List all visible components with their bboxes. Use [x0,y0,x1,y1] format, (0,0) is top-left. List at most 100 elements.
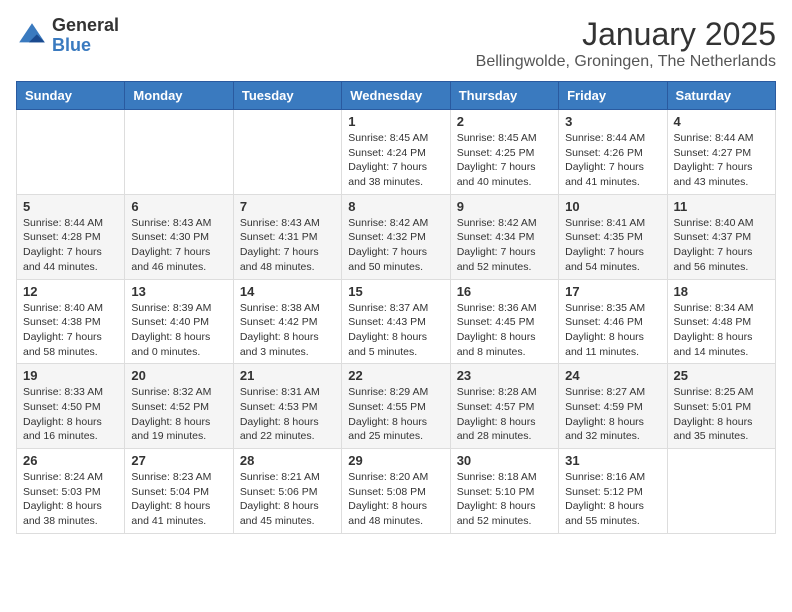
day-number: 4 [674,114,769,129]
weekday-header: Wednesday [342,82,450,110]
weekday-header: Tuesday [233,82,341,110]
calendar-cell [667,449,775,534]
logo-icon [16,20,48,52]
day-info: Sunrise: 8:20 AM Sunset: 5:08 PM Dayligh… [348,470,443,529]
day-info: Sunrise: 8:41 AM Sunset: 4:35 PM Dayligh… [565,216,660,275]
day-number: 24 [565,368,660,383]
day-number: 7 [240,199,335,214]
day-info: Sunrise: 8:32 AM Sunset: 4:52 PM Dayligh… [131,385,226,444]
day-info: Sunrise: 8:25 AM Sunset: 5:01 PM Dayligh… [674,385,769,444]
day-number: 10 [565,199,660,214]
day-info: Sunrise: 8:39 AM Sunset: 4:40 PM Dayligh… [131,301,226,360]
day-info: Sunrise: 8:40 AM Sunset: 4:38 PM Dayligh… [23,301,118,360]
day-number: 29 [348,453,443,468]
day-info: Sunrise: 8:44 AM Sunset: 4:27 PM Dayligh… [674,131,769,190]
weekday-header: Saturday [667,82,775,110]
calendar-cell: 4 Sunrise: 8:44 AM Sunset: 4:27 PM Daylig… [667,110,775,195]
day-info: Sunrise: 8:23 AM Sunset: 5:04 PM Dayligh… [131,470,226,529]
day-info: Sunrise: 8:35 AM Sunset: 4:46 PM Dayligh… [565,301,660,360]
day-info: Sunrise: 8:28 AM Sunset: 4:57 PM Dayligh… [457,385,552,444]
day-info: Sunrise: 8:42 AM Sunset: 4:32 PM Dayligh… [348,216,443,275]
day-number: 21 [240,368,335,383]
day-number: 26 [23,453,118,468]
day-number: 14 [240,284,335,299]
logo-text: General Blue [52,16,119,56]
calendar-cell: 27Sunrise: 8:23 AM Sunset: 5:04 PM Dayli… [125,449,233,534]
day-number: 31 [565,453,660,468]
calendar-cell: 13 Sunrise: 8:39 AM Sunset: 4:40 PM Dayli… [125,279,233,364]
day-info: Sunrise: 8:18 AM Sunset: 5:10 PM Dayligh… [457,470,552,529]
day-info: Sunrise: 8:45 AM Sunset: 4:25 PM Dayligh… [457,131,552,190]
day-number: 30 [457,453,552,468]
day-number: 8 [348,199,443,214]
day-number: 2 [457,114,552,129]
title-block: January 2025 Bellingwolde, Groningen, Th… [476,16,776,71]
calendar-cell: 11 Sunrise: 8:40 AM Sunset: 4:37 PM Dayli… [667,194,775,279]
day-number: 5 [23,199,118,214]
day-info: Sunrise: 8:43 AM Sunset: 4:31 PM Dayligh… [240,216,335,275]
day-info: Sunrise: 8:31 AM Sunset: 4:53 PM Dayligh… [240,385,335,444]
calendar-cell [17,110,125,195]
calendar-cell: 21 Sunrise: 8:31 AM Sunset: 4:53 PM Dayli… [233,364,341,449]
day-number: 19 [23,368,118,383]
day-info: Sunrise: 8:44 AM Sunset: 4:28 PM Dayligh… [23,216,118,275]
calendar-cell: 1 Sunrise: 8:45 AM Sunset: 4:24 PM Daylig… [342,110,450,195]
calendar-cell: 10 Sunrise: 8:41 AM Sunset: 4:35 PM Dayli… [559,194,667,279]
day-number: 28 [240,453,335,468]
day-number: 25 [674,368,769,383]
day-info: Sunrise: 8:44 AM Sunset: 4:26 PM Dayligh… [565,131,660,190]
calendar-cell: 19 Sunrise: 8:33 AM Sunset: 4:50 PM Dayli… [17,364,125,449]
weekday-header: Thursday [450,82,558,110]
calendar-cell: 22Sunrise: 8:29 AM Sunset: 4:55 PM Dayli… [342,364,450,449]
calendar-table: SundayMondayTuesdayWednesdayThursdayFrid… [16,81,776,534]
day-number: 20 [131,368,226,383]
calendar-cell: 24 Sunrise: 8:27 AM Sunset: 4:59 PM Dayli… [559,364,667,449]
calendar-cell: 28 Sunrise: 8:21 AM Sunset: 5:06 PM Dayli… [233,449,341,534]
calendar-cell [233,110,341,195]
calendar-week-row: 26 Sunrise: 8:24 AM Sunset: 5:03 PM Dayli… [17,449,776,534]
weekday-header: Monday [125,82,233,110]
calendar-week-row: 19 Sunrise: 8:33 AM Sunset: 4:50 PM Dayli… [17,364,776,449]
calendar-cell: 20 Sunrise: 8:32 AM Sunset: 4:52 PM Dayli… [125,364,233,449]
day-info: Sunrise: 8:38 AM Sunset: 4:42 PM Dayligh… [240,301,335,360]
calendar-cell: 26 Sunrise: 8:24 AM Sunset: 5:03 PM Dayli… [17,449,125,534]
calendar-cell: 18Sunrise: 8:34 AM Sunset: 4:48 PM Dayli… [667,279,775,364]
day-info: Sunrise: 8:42 AM Sunset: 4:34 PM Dayligh… [457,216,552,275]
day-info: Sunrise: 8:43 AM Sunset: 4:30 PM Dayligh… [131,216,226,275]
day-number: 15 [348,284,443,299]
day-number: 18 [674,284,769,299]
calendar-cell: 2 Sunrise: 8:45 AM Sunset: 4:25 PM Daylig… [450,110,558,195]
day-info: Sunrise: 8:27 AM Sunset: 4:59 PM Dayligh… [565,385,660,444]
calendar-cell: 3 Sunrise: 8:44 AM Sunset: 4:26 PM Daylig… [559,110,667,195]
day-number: 6 [131,199,226,214]
calendar-cell: 9Sunrise: 8:42 AM Sunset: 4:34 PM Daylig… [450,194,558,279]
day-number: 16 [457,284,552,299]
calendar-cell: 14 Sunrise: 8:38 AM Sunset: 4:42 PM Dayli… [233,279,341,364]
day-info: Sunrise: 8:37 AM Sunset: 4:43 PM Dayligh… [348,301,443,360]
calendar-week-row: 5 Sunrise: 8:44 AM Sunset: 4:28 PM Daylig… [17,194,776,279]
calendar-header-row: SundayMondayTuesdayWednesdayThursdayFrid… [17,82,776,110]
day-number: 22 [348,368,443,383]
calendar-cell: 30 Sunrise: 8:18 AM Sunset: 5:10 PM Dayli… [450,449,558,534]
day-info: Sunrise: 8:45 AM Sunset: 4:24 PM Dayligh… [348,131,443,190]
day-number: 23 [457,368,552,383]
day-number: 3 [565,114,660,129]
calendar-cell: 6 Sunrise: 8:43 AM Sunset: 4:30 PM Daylig… [125,194,233,279]
calendar-cell: 31 Sunrise: 8:16 AM Sunset: 5:12 PM Dayli… [559,449,667,534]
weekday-header: Friday [559,82,667,110]
day-info: Sunrise: 8:33 AM Sunset: 4:50 PM Dayligh… [23,385,118,444]
day-number: 1 [348,114,443,129]
day-info: Sunrise: 8:24 AM Sunset: 5:03 PM Dayligh… [23,470,118,529]
day-number: 13 [131,284,226,299]
day-info: Sunrise: 8:21 AM Sunset: 5:06 PM Dayligh… [240,470,335,529]
calendar-cell: 12 Sunrise: 8:40 AM Sunset: 4:38 PM Dayli… [17,279,125,364]
calendar-cell: 17Sunrise: 8:35 AM Sunset: 4:46 PM Dayli… [559,279,667,364]
calendar-cell: 15 Sunrise: 8:37 AM Sunset: 4:43 PM Dayli… [342,279,450,364]
day-number: 12 [23,284,118,299]
page-header: General Blue January 2025 Bellingwolde, … [16,16,776,71]
day-info: Sunrise: 8:40 AM Sunset: 4:37 PM Dayligh… [674,216,769,275]
day-number: 11 [674,199,769,214]
day-info: Sunrise: 8:16 AM Sunset: 5:12 PM Dayligh… [565,470,660,529]
calendar-cell: 7 Sunrise: 8:43 AM Sunset: 4:31 PM Daylig… [233,194,341,279]
logo: General Blue [16,16,119,56]
